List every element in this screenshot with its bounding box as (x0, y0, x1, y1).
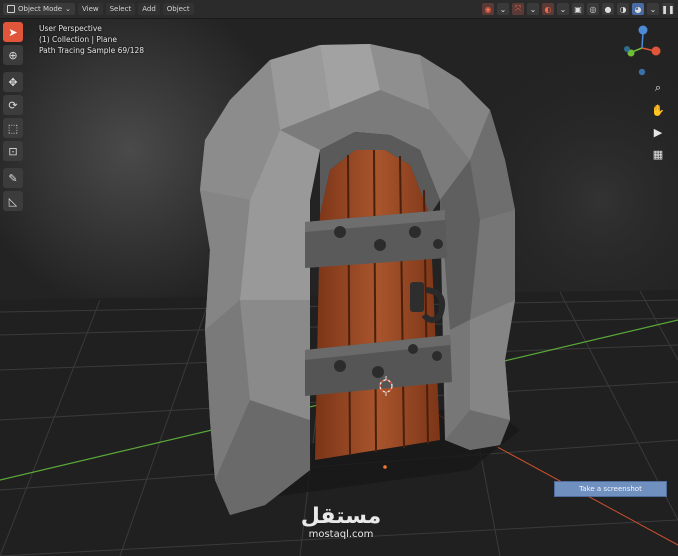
3d-viewport[interactable]: Object Mode ⌄ View Select Add Object ◉ ⌄… (0, 0, 678, 556)
watermark-url: mostaql.com (308, 529, 374, 540)
grid-view-icon[interactable]: ▦ (650, 146, 666, 162)
hand-pan-icon[interactable]: ✋ (650, 102, 666, 118)
overlay-dropdown-icon[interactable]: ⌄ (557, 3, 569, 15)
object-origin (383, 465, 387, 469)
navigation-gizmo[interactable] (616, 20, 672, 80)
view-object-types-dropdown-icon[interactable]: ⌄ (497, 3, 509, 15)
solid-shading-icon[interactable]: ● (602, 3, 614, 15)
object-mode-icon (7, 5, 15, 13)
select-cursor-icon[interactable]: ➤ (3, 22, 23, 42)
mode-label: Object Mode (18, 5, 63, 13)
gizmo-dropdown-icon[interactable]: ⌄ (527, 3, 539, 15)
view-object-types-icon[interactable]: ◉ (482, 3, 494, 15)
render-scene (0, 0, 678, 556)
rotate-icon[interactable]: ⟳ (3, 95, 23, 115)
transform-icon[interactable]: ⊡ (3, 141, 23, 161)
viewport-info: User Perspective (1) Collection | Plane … (39, 23, 144, 56)
viewport-header: Object Mode ⌄ View Select Add Object ◉ ⌄… (0, 0, 678, 19)
view-name: User Perspective (39, 24, 102, 33)
zoom-icon[interactable]: ⌕ (650, 80, 666, 96)
gizmo-icon[interactable]: ⤧ (512, 3, 524, 15)
scale-icon[interactable]: ⬚ (3, 118, 23, 138)
camera-icon[interactable]: ▶ (650, 124, 666, 140)
rendered-shading-icon[interactable]: ◕ (632, 3, 644, 15)
chevron-down-icon: ⌄ (65, 5, 71, 13)
xray-icon[interactable]: ▣ (572, 3, 584, 15)
menu-add[interactable]: Add (138, 3, 160, 15)
render-status: Path Tracing Sample 69/128 (39, 46, 145, 55)
material-shading-icon[interactable]: ◑ (617, 3, 629, 15)
menu-select[interactable]: Select (105, 3, 136, 15)
move-icon[interactable]: ✥ (3, 72, 23, 92)
pause-icon[interactable]: ❚❚ (661, 3, 675, 15)
navigation-tools: ⌕ ✋ ▶ ▦ (650, 80, 670, 168)
mode-selector[interactable]: Object Mode ⌄ (3, 3, 75, 15)
screenshot-tooltip[interactable]: Take a screenshot (554, 481, 667, 497)
shading-dropdown-icon[interactable]: ⌄ (647, 3, 659, 15)
measure-icon[interactable]: ◺ (3, 191, 23, 211)
collection-label: (1) Collection | Plane (39, 35, 117, 44)
wireframe-shading-icon[interactable]: ◎ (587, 3, 599, 15)
menu-view[interactable]: View (77, 3, 103, 15)
cursor-icon[interactable]: ⊕ (3, 45, 23, 65)
watermark: مستقل mostaql.com (296, 505, 386, 541)
menu-object[interactable]: Object (162, 3, 194, 15)
overlay-icon[interactable]: ◐ (542, 3, 554, 15)
tool-shelf: ➤ ⊕ ✥ ⟳ ⬚ ⊡ ✎ ◺ (3, 22, 25, 214)
annotate-icon[interactable]: ✎ (3, 168, 23, 188)
watermark-arabic: مستقل (300, 504, 382, 529)
